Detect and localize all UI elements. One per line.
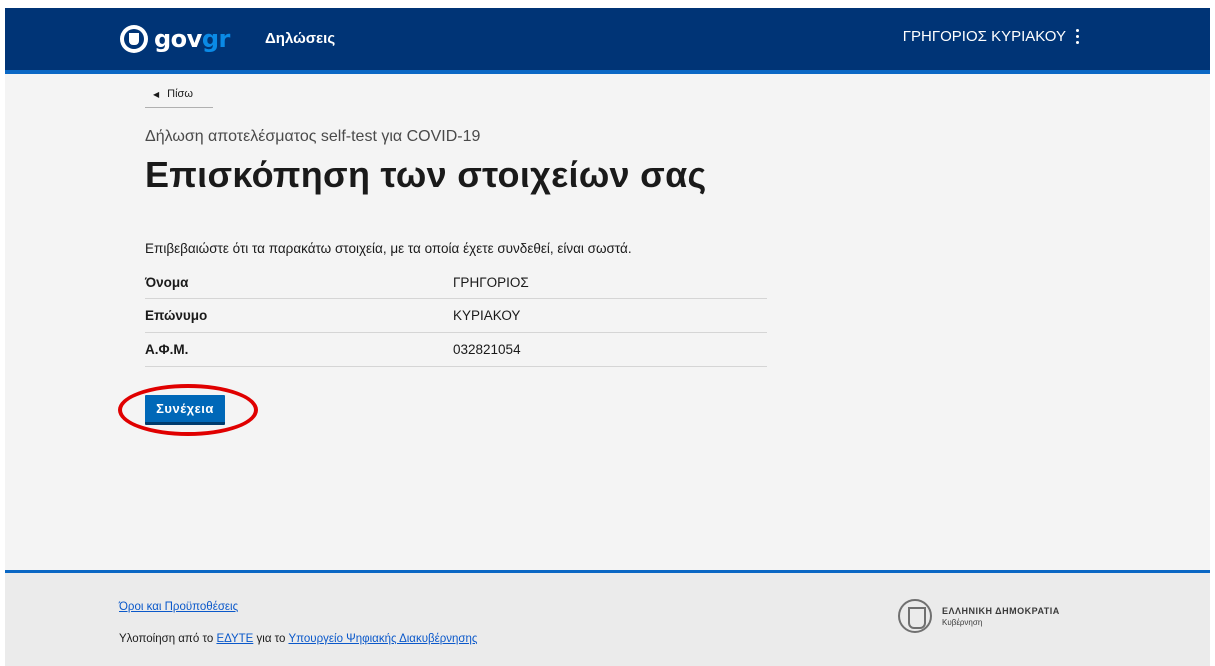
page: govgr Δηλώσεις ΓΡΗΓΟΡΙΟΣ ΚΥΡΙΑΚΟΥ ◀ Πίσω… [5, 8, 1210, 666]
detail-value: ΓΡΗΓΟΡΙΟΣ [453, 275, 529, 290]
detail-row-first-name: Όνομα ΓΡΗΓΟΡΙΟΣ [145, 273, 767, 299]
user-name: ΓΡΗΓΟΡΙΟΣ ΚΥΡΙΑΚΟΥ [902, 28, 1066, 45]
ministry-link[interactable]: Υπουργείο Ψηφιακής Διακυβέρνησης [288, 633, 477, 645]
hellenic-emblem-icon [898, 599, 932, 633]
edyte-link[interactable]: ΕΔΥΤΕ [216, 633, 253, 645]
detail-label: Α.Φ.Μ. [145, 342, 189, 357]
logo-text: govgr [154, 25, 230, 53]
header-accent-bar [5, 70, 1210, 74]
user-menu[interactable]: ΓΡΗΓΟΡΙΟΣ ΚΥΡΙΑΚΟΥ [903, 28, 1080, 45]
continue-button[interactable]: Συνέχεια [145, 395, 225, 425]
details-list: Όνομα ΓΡΗΓΟΡΙΟΣ Επώνυμο ΚΥΡΙΑΚΟΥ Α.Φ.Μ. … [145, 273, 767, 367]
footer-credit: Υλοποίηση από το ΕΔΥΤΕ για το Υπουργείο … [119, 633, 477, 645]
service-name[interactable]: Δηλώσεις [265, 30, 335, 47]
govgr-logo[interactable]: govgr [120, 25, 230, 53]
intro-text: Επιβεβαιώστε ότι τα παρακάτω στοιχεία, μ… [145, 241, 632, 256]
footer: Όροι και Προϋποθέσεις Υλοποίηση από το Ε… [5, 573, 1210, 666]
page-subtitle: Δήλωση αποτελέσματος self-test για COVID… [145, 128, 481, 145]
detail-label: Επώνυμο [145, 308, 208, 323]
back-label: Πίσω [167, 88, 193, 100]
page-title: Επισκόπηση των στοιχείων σας [145, 154, 707, 195]
detail-value: 032821054 [453, 342, 521, 357]
top-header: govgr Δηλώσεις ΓΡΗΓΟΡΙΟΣ ΚΥΡΙΑΚΟΥ [5, 8, 1210, 70]
more-vertical-icon[interactable] [1076, 29, 1080, 44]
logo-main: gov [154, 25, 202, 53]
badge-subtitle: Κυβέρνηση [942, 617, 983, 627]
back-link[interactable]: ◀ Πίσω [145, 88, 213, 108]
detail-value: ΚΥΡΙΑΚΟΥ [453, 308, 521, 323]
detail-label: Όνομα [145, 275, 189, 290]
credit-middle: για το [256, 633, 286, 645]
greek-emblem-icon [120, 25, 148, 53]
logo-accent: gr [201, 25, 231, 53]
caret-left-icon: ◀ [153, 89, 160, 99]
terms-link[interactable]: Όροι και Προϋποθέσεις [119, 601, 238, 613]
credit-prefix: Υλοποίηση από το [119, 633, 214, 645]
hellenic-republic-badge: ΕΛΛΗΝΙΚΗ ΔΗΜΟΚΡΑΤΙΑ Κυβέρνηση [898, 599, 1060, 633]
badge-title: ΕΛΛΗΝΙΚΗ ΔΗΜΟΚΡΑΤΙΑ [942, 605, 1060, 616]
detail-row-tax-id: Α.Φ.Μ. 032821054 [145, 333, 767, 367]
detail-row-last-name: Επώνυμο ΚΥΡΙΑΚΟΥ [145, 299, 767, 333]
